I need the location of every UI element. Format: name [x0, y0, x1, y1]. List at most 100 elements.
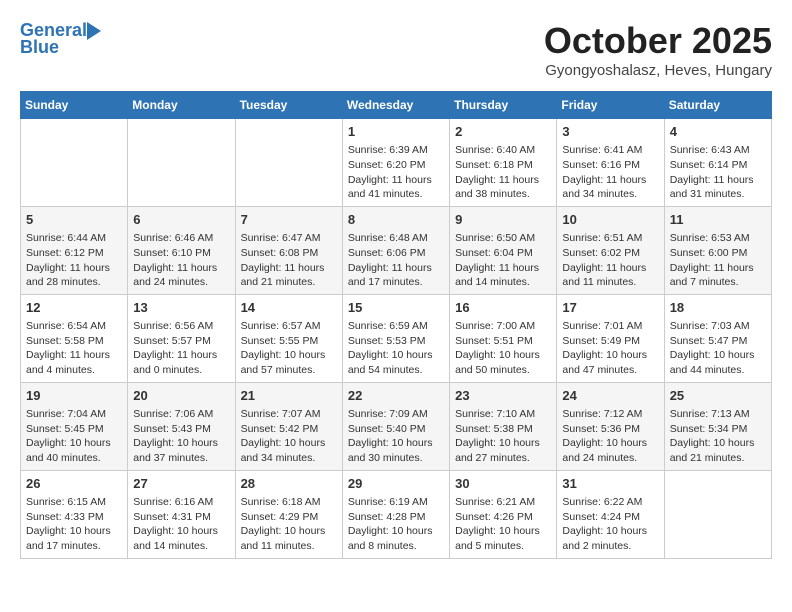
day-number: 16	[455, 299, 551, 317]
day-info: Sunrise: 6:56 AM Sunset: 5:57 PM Dayligh…	[133, 319, 229, 378]
weekday-header-sunday: Sunday	[21, 92, 128, 119]
calendar-week-row: 5 Sunrise: 6:44 AM Sunset: 6:12 PM Daylig…	[21, 206, 772, 294]
calendar-day-cell	[235, 119, 342, 207]
weekday-header-tuesday: Tuesday	[235, 92, 342, 119]
day-number: 30	[455, 475, 551, 493]
calendar-day-cell: 30 Sunrise: 6:21 AM Sunset: 4:26 PM Dayli…	[450, 470, 557, 558]
day-info: Sunrise: 6:46 AM Sunset: 6:10 PM Dayligh…	[133, 231, 229, 290]
calendar-day-cell	[21, 119, 128, 207]
logo-blue: Blue	[20, 37, 59, 58]
day-number: 28	[241, 475, 337, 493]
day-info: Sunrise: 6:57 AM Sunset: 5:55 PM Dayligh…	[241, 319, 337, 378]
day-number: 22	[348, 387, 444, 405]
day-info: Sunrise: 6:48 AM Sunset: 6:06 PM Dayligh…	[348, 231, 444, 290]
day-info: Sunrise: 6:59 AM Sunset: 5:53 PM Dayligh…	[348, 319, 444, 378]
day-number: 29	[348, 475, 444, 493]
day-info: Sunrise: 6:41 AM Sunset: 6:16 PM Dayligh…	[562, 143, 658, 202]
calendar-header-row: SundayMondayTuesdayWednesdayThursdayFrid…	[21, 92, 772, 119]
day-info: Sunrise: 6:47 AM Sunset: 6:08 PM Dayligh…	[241, 231, 337, 290]
calendar-day-cell: 31Sunrise: 6:22 AM Sunset: 4:24 PM Dayli…	[557, 470, 664, 558]
calendar-day-cell: 17 Sunrise: 7:01 AM Sunset: 5:49 PM Dayli…	[557, 294, 664, 382]
day-number: 17	[562, 299, 658, 317]
page-header: General Blue October 2025 Gyongyoshalasz…	[20, 20, 772, 87]
day-info: Sunrise: 6:39 AM Sunset: 6:20 PM Dayligh…	[348, 143, 444, 202]
day-number: 2	[455, 123, 551, 141]
day-number: 9	[455, 211, 551, 229]
calendar-day-cell: 22 Sunrise: 7:09 AM Sunset: 5:40 PM Dayli…	[342, 382, 449, 470]
subtitle: Gyongyoshalasz, Heves, Hungary	[544, 62, 772, 79]
day-number: 23	[455, 387, 551, 405]
logo: General Blue	[20, 20, 109, 58]
day-info: Sunrise: 7:09 AM Sunset: 5:40 PM Dayligh…	[348, 407, 444, 466]
day-number: 25	[670, 387, 766, 405]
day-info: Sunrise: 7:12 AM Sunset: 5:36 PM Dayligh…	[562, 407, 658, 466]
day-info: Sunrise: 6:44 AM Sunset: 6:12 PM Dayligh…	[26, 231, 122, 290]
calendar-day-cell: 15 Sunrise: 6:59 AM Sunset: 5:53 PM Dayli…	[342, 294, 449, 382]
calendar-day-cell: 29 Sunrise: 6:19 AM Sunset: 4:28 PM Dayli…	[342, 470, 449, 558]
calendar-day-cell: 13 Sunrise: 6:56 AM Sunset: 5:57 PM Dayli…	[128, 294, 235, 382]
day-info: Sunrise: 6:43 AM Sunset: 6:14 PM Dayligh…	[670, 143, 766, 202]
day-number: 20	[133, 387, 229, 405]
weekday-header-thursday: Thursday	[450, 92, 557, 119]
day-info: Sunrise: 6:51 AM Sunset: 6:02 PM Dayligh…	[562, 231, 658, 290]
day-info: Sunrise: 6:50 AM Sunset: 6:04 PM Dayligh…	[455, 231, 551, 290]
calendar-day-cell: 7Sunrise: 6:47 AM Sunset: 6:08 PM Daylig…	[235, 206, 342, 294]
calendar-day-cell: 14 Sunrise: 6:57 AM Sunset: 5:55 PM Dayli…	[235, 294, 342, 382]
day-info: Sunrise: 7:01 AM Sunset: 5:49 PM Dayligh…	[562, 319, 658, 378]
day-number: 8	[348, 211, 444, 229]
day-number: 10	[562, 211, 658, 229]
day-number: 27	[133, 475, 229, 493]
calendar-day-cell: 27 Sunrise: 6:16 AM Sunset: 4:31 PM Dayli…	[128, 470, 235, 558]
title-block: October 2025 Gyongyoshalasz, Heves, Hung…	[544, 20, 772, 87]
day-info: Sunrise: 6:21 AM Sunset: 4:26 PM Dayligh…	[455, 495, 551, 554]
calendar-day-cell: 2 Sunrise: 6:40 AM Sunset: 6:18 PM Daylig…	[450, 119, 557, 207]
calendar-day-cell: 18Sunrise: 7:03 AM Sunset: 5:47 PM Dayli…	[664, 294, 771, 382]
day-number: 18	[670, 299, 766, 317]
day-info: Sunrise: 6:19 AM Sunset: 4:28 PM Dayligh…	[348, 495, 444, 554]
day-number: 4	[670, 123, 766, 141]
calendar-day-cell: 25Sunrise: 7:13 AM Sunset: 5:34 PM Dayli…	[664, 382, 771, 470]
weekday-header-friday: Friday	[557, 92, 664, 119]
calendar-body: 1Sunrise: 6:39 AM Sunset: 6:20 PM Daylig…	[21, 119, 772, 559]
calendar-day-cell	[664, 470, 771, 558]
day-number: 15	[348, 299, 444, 317]
calendar-day-cell: 16 Sunrise: 7:00 AM Sunset: 5:51 PM Dayli…	[450, 294, 557, 382]
day-info: Sunrise: 7:07 AM Sunset: 5:42 PM Dayligh…	[241, 407, 337, 466]
day-number: 13	[133, 299, 229, 317]
calendar-table: SundayMondayTuesdayWednesdayThursdayFrid…	[20, 91, 772, 559]
calendar-day-cell: 12Sunrise: 6:54 AM Sunset: 5:58 PM Dayli…	[21, 294, 128, 382]
calendar-day-cell: 24 Sunrise: 7:12 AM Sunset: 5:36 PM Dayli…	[557, 382, 664, 470]
day-info: Sunrise: 7:00 AM Sunset: 5:51 PM Dayligh…	[455, 319, 551, 378]
day-info: Sunrise: 7:04 AM Sunset: 5:45 PM Dayligh…	[26, 407, 122, 466]
day-info: Sunrise: 7:06 AM Sunset: 5:43 PM Dayligh…	[133, 407, 229, 466]
calendar-week-row: 1Sunrise: 6:39 AM Sunset: 6:20 PM Daylig…	[21, 119, 772, 207]
weekday-header-wednesday: Wednesday	[342, 92, 449, 119]
day-number: 24	[562, 387, 658, 405]
day-info: Sunrise: 6:15 AM Sunset: 4:33 PM Dayligh…	[26, 495, 122, 554]
calendar-day-cell: 26 Sunrise: 6:15 AM Sunset: 4:33 PM Dayli…	[21, 470, 128, 558]
calendar-week-row: 12Sunrise: 6:54 AM Sunset: 5:58 PM Dayli…	[21, 294, 772, 382]
day-info: Sunrise: 6:40 AM Sunset: 6:18 PM Dayligh…	[455, 143, 551, 202]
day-info: Sunrise: 6:16 AM Sunset: 4:31 PM Dayligh…	[133, 495, 229, 554]
calendar-week-row: 26 Sunrise: 6:15 AM Sunset: 4:33 PM Dayli…	[21, 470, 772, 558]
calendar-day-cell: 28Sunrise: 6:18 AM Sunset: 4:29 PM Dayli…	[235, 470, 342, 558]
day-number: 19	[26, 387, 122, 405]
calendar-day-cell	[128, 119, 235, 207]
day-number: 3	[562, 123, 658, 141]
calendar-day-cell: 20 Sunrise: 7:06 AM Sunset: 5:43 PM Dayli…	[128, 382, 235, 470]
calendar-day-cell: 8 Sunrise: 6:48 AM Sunset: 6:06 PM Daylig…	[342, 206, 449, 294]
day-number: 5	[26, 211, 122, 229]
calendar-day-cell: 1Sunrise: 6:39 AM Sunset: 6:20 PM Daylig…	[342, 119, 449, 207]
day-info: Sunrise: 6:53 AM Sunset: 6:00 PM Dayligh…	[670, 231, 766, 290]
day-number: 31	[562, 475, 658, 493]
calendar-day-cell: 23Sunrise: 7:10 AM Sunset: 5:38 PM Dayli…	[450, 382, 557, 470]
calendar-day-cell: 21Sunrise: 7:07 AM Sunset: 5:42 PM Dayli…	[235, 382, 342, 470]
calendar-day-cell: 10 Sunrise: 6:51 AM Sunset: 6:02 PM Dayli…	[557, 206, 664, 294]
weekday-header-monday: Monday	[128, 92, 235, 119]
day-number: 26	[26, 475, 122, 493]
calendar-day-cell: 5 Sunrise: 6:44 AM Sunset: 6:12 PM Daylig…	[21, 206, 128, 294]
day-info: Sunrise: 6:54 AM Sunset: 5:58 PM Dayligh…	[26, 319, 122, 378]
day-number: 14	[241, 299, 337, 317]
calendar-day-cell: 9 Sunrise: 6:50 AM Sunset: 6:04 PM Daylig…	[450, 206, 557, 294]
calendar-day-cell: 6Sunrise: 6:46 AM Sunset: 6:10 PM Daylig…	[128, 206, 235, 294]
